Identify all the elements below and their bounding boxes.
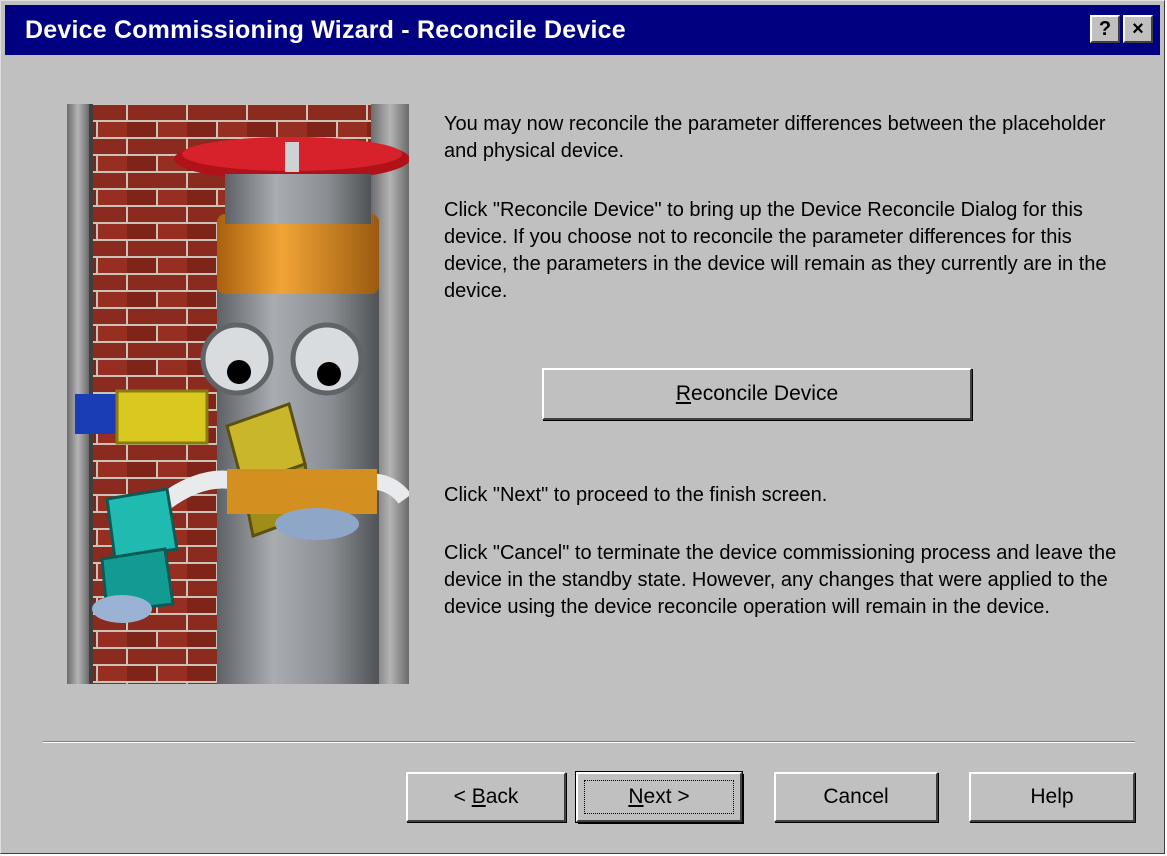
reconcile-instructions: Click "Reconcile Device" to bring up the… xyxy=(444,199,1107,302)
footer-separator xyxy=(43,741,1135,743)
close-button[interactable]: × xyxy=(1123,15,1153,43)
cancel-button[interactable]: Cancel xyxy=(774,772,938,822)
reconcile-device-label: Reconcile Device xyxy=(675,382,839,405)
reconcile-device-button[interactable]: Reconcile Device xyxy=(542,368,972,420)
next-button[interactable]: Next > xyxy=(576,772,742,822)
back-button-label: < Back xyxy=(453,785,519,808)
help-title-button[interactable]: ? xyxy=(1090,15,1120,43)
intro-paragraph: You may now reconcile the parameter diff… xyxy=(444,113,1106,162)
window-title: Device Commissioning Wizard - Reconcile … xyxy=(25,15,626,44)
next-instructions: Click "Next" to proceed to the finish sc… xyxy=(444,484,828,506)
help-button[interactable]: Help xyxy=(969,772,1135,822)
title-bar[interactable]: Device Commissioning Wizard - Reconcile … xyxy=(5,5,1160,55)
wizard-dialog: Device Commissioning Wizard - Reconcile … xyxy=(0,0,1165,854)
illustration-svg xyxy=(67,104,409,684)
back-button[interactable]: < Back xyxy=(406,772,566,822)
focus-ring xyxy=(584,780,734,814)
cancel-instructions: Click "Cancel" to terminate the device c… xyxy=(444,542,1117,618)
pipe-mascot-illustration xyxy=(67,104,409,684)
